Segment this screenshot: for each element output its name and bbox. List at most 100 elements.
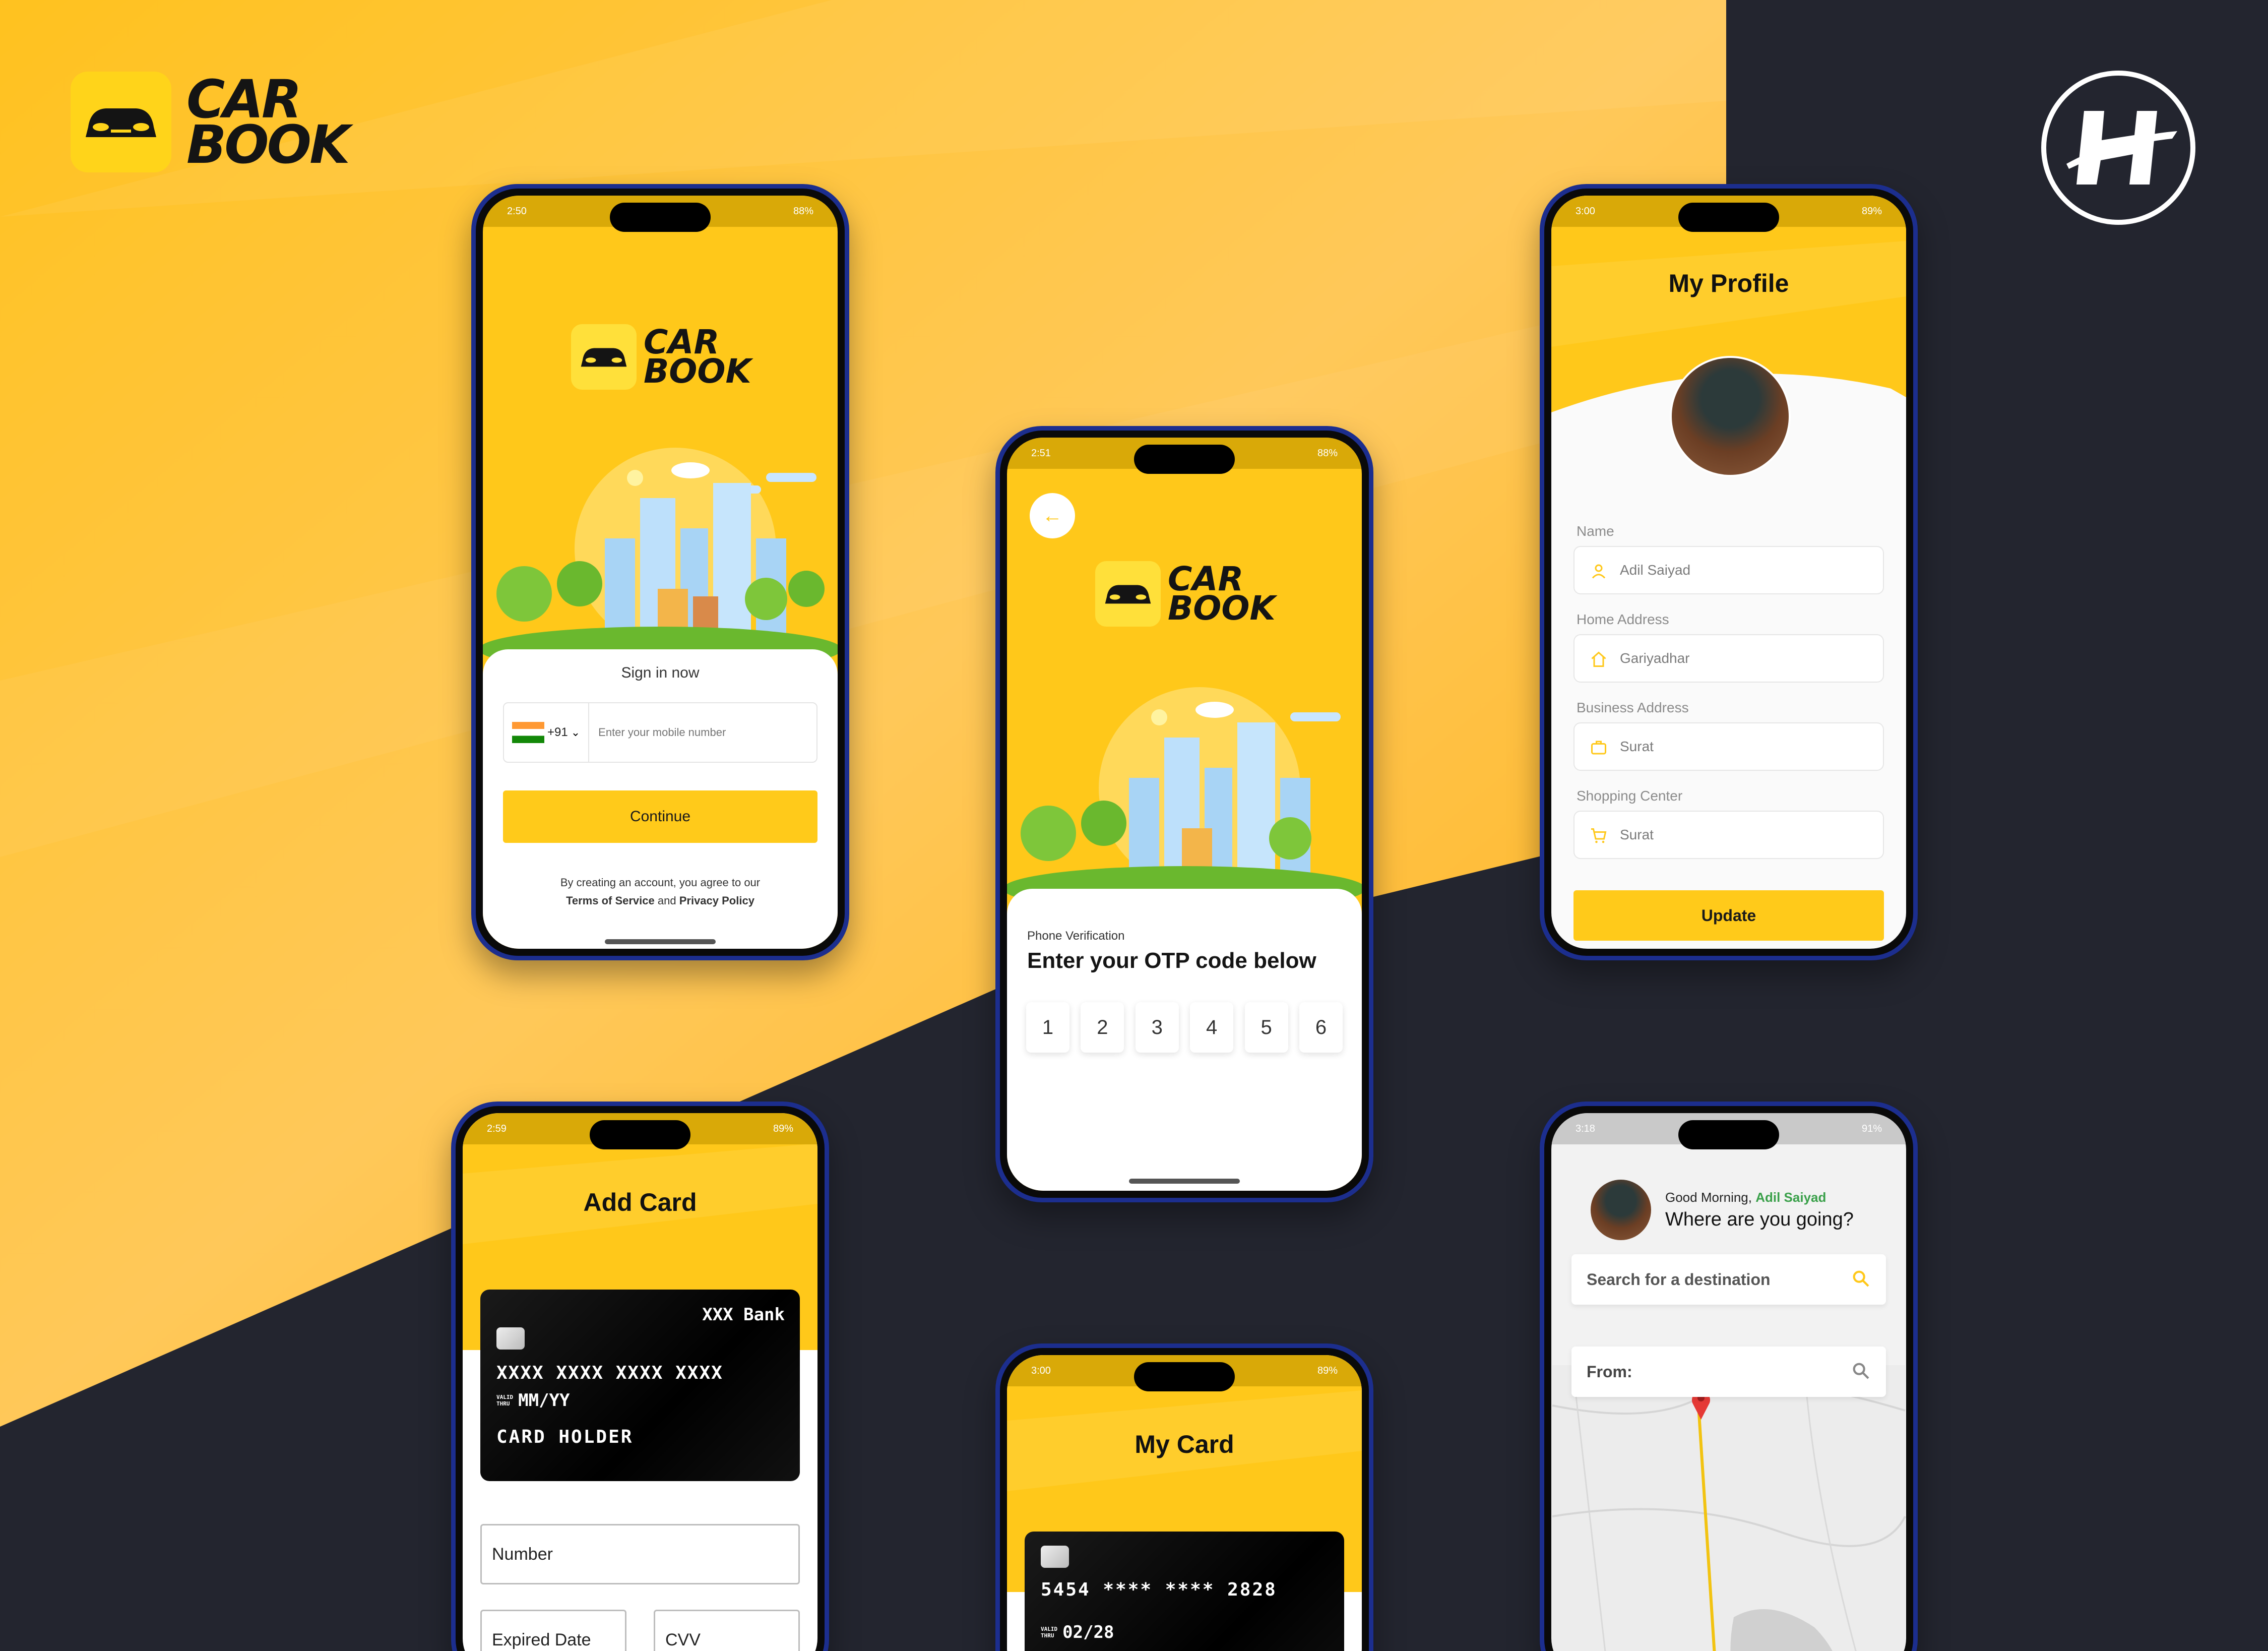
otp-digit-2[interactable]: 2 bbox=[1081, 1002, 1124, 1053]
status-time: 3:00 bbox=[1031, 1365, 1051, 1376]
camera-notch bbox=[590, 1120, 690, 1149]
greeting-text: Good Morning, bbox=[1665, 1190, 1752, 1205]
otp-panel: Phone Verification Enter your OTP code b… bbox=[1007, 889, 1362, 1191]
camera-notch bbox=[1678, 203, 1779, 232]
business-address-value: Surat bbox=[1620, 739, 1654, 754]
saved-card[interactable]: 5454 **** **** 2828 VALID THRU 02/28 bbox=[1025, 1532, 1344, 1651]
otp-digit-6[interactable]: 6 bbox=[1299, 1002, 1343, 1053]
user-name: Adil Saiyad bbox=[1755, 1190, 1826, 1205]
cart-icon bbox=[1591, 828, 1607, 843]
home-indicator bbox=[1129, 1179, 1240, 1184]
otp-digit-5[interactable]: 5 bbox=[1244, 1002, 1288, 1053]
otp-inputs: 1 2 3 4 5 6 bbox=[1026, 1002, 1343, 1053]
privacy-policy-link[interactable]: Privacy Policy bbox=[679, 894, 754, 907]
user-avatar[interactable] bbox=[1591, 1180, 1651, 1240]
card-number: XXXX XXXX XXXX XXXX bbox=[496, 1363, 723, 1383]
app-logo-line-2: BOOK bbox=[1168, 589, 1276, 628]
name-field[interactable]: Adil Saiyad bbox=[1573, 546, 1884, 594]
otp-heading: Enter your OTP code below bbox=[1027, 948, 1316, 973]
h-logo-icon bbox=[2041, 71, 2195, 225]
update-button[interactable]: Update bbox=[1573, 890, 1884, 941]
home-address-value: Gariyadhar bbox=[1620, 650, 1690, 666]
camera-notch bbox=[1134, 445, 1235, 474]
user-icon bbox=[1592, 564, 1606, 579]
valid-label: VALID bbox=[1041, 1626, 1058, 1632]
briefcase-icon bbox=[1591, 741, 1606, 755]
destination-question: Where are you going? bbox=[1665, 1209, 1854, 1230]
home-indicator bbox=[605, 939, 716, 944]
status-time: 3:18 bbox=[1576, 1123, 1595, 1134]
city-illustration bbox=[1007, 687, 1362, 899]
phone-my-card: 3:00 89% My Card 5454 **** **** 2828 VALI… bbox=[995, 1343, 1373, 1651]
chevron-down-icon: ⌄ bbox=[571, 726, 581, 739]
terms-text: By creating an account, you agree to our… bbox=[483, 874, 838, 910]
card-number-input[interactable]: Number bbox=[480, 1524, 800, 1584]
brand-logo: CAR BOOK bbox=[71, 72, 350, 172]
car-logo-icon bbox=[1095, 561, 1161, 627]
destination-search[interactable]: Search for a destination bbox=[1571, 1254, 1886, 1305]
shopping-center-value: Surat bbox=[1620, 827, 1654, 842]
field-label-business: Business Address bbox=[1577, 700, 1689, 715]
status-time: 2:51 bbox=[1031, 447, 1051, 459]
field-label-home: Home Address bbox=[1577, 612, 1669, 627]
status-battery: 89% bbox=[1861, 205, 1882, 217]
name-value: Adil Saiyad bbox=[1620, 562, 1691, 578]
back-button[interactable]: ← bbox=[1030, 493, 1075, 538]
continue-button[interactable]: Continue bbox=[503, 790, 817, 843]
terms-and: and bbox=[657, 894, 676, 907]
status-battery: 88% bbox=[1317, 447, 1338, 459]
status-battery: 88% bbox=[793, 205, 813, 217]
home-address-field[interactable]: Gariyadhar bbox=[1573, 634, 1884, 683]
phone-profile: 3:00 89% My Profile Name Adil Saiyad Home… bbox=[1540, 184, 1918, 960]
otp-digit-1[interactable]: 1 bbox=[1026, 1002, 1069, 1053]
card-expiry: 02/28 bbox=[1062, 1622, 1114, 1642]
terms-prefix: By creating an account, you agree to our bbox=[560, 876, 761, 889]
field-label-shopping: Shopping Center bbox=[1577, 788, 1683, 804]
bank-name: XXX Bank bbox=[702, 1305, 785, 1325]
phone-otp: 2:51 88% ← CAR BOOK Phone Verification E… bbox=[995, 426, 1373, 1202]
expiry-date-input[interactable]: Expired Date bbox=[480, 1610, 626, 1651]
from-search[interactable]: From: bbox=[1571, 1347, 1886, 1397]
shopping-center-field[interactable]: Surat bbox=[1573, 811, 1884, 859]
otp-subheading: Phone Verification bbox=[1027, 929, 1125, 943]
india-flag-icon bbox=[512, 722, 544, 743]
business-address-field[interactable]: Surat bbox=[1573, 722, 1884, 771]
mobile-number-input[interactable] bbox=[589, 726, 791, 739]
showcase-canvas: CAR BOOK 2:50 88% CAR BOOK Sign in now +… bbox=[0, 0, 2268, 1651]
arrow-left-icon: ← bbox=[1042, 504, 1062, 527]
app-logo: CAR BOOK bbox=[571, 324, 751, 390]
car-logo-icon bbox=[71, 72, 171, 172]
from-label: From: bbox=[1587, 1362, 1632, 1381]
app-logo-line-2: BOOK bbox=[644, 352, 751, 391]
otp-digit-4[interactable]: 4 bbox=[1190, 1002, 1234, 1053]
phone-map: 3:18 91% Good Morning, Adil Saiyad Where … bbox=[1540, 1102, 1918, 1651]
cvv-input[interactable]: CVV bbox=[654, 1610, 800, 1651]
status-time: 3:00 bbox=[1576, 205, 1595, 217]
credit-card-preview: XXX Bank XXXX XXXX XXXX XXXX VALID THRU M… bbox=[480, 1290, 800, 1481]
camera-notch bbox=[610, 203, 711, 232]
status-time: 2:59 bbox=[487, 1123, 507, 1134]
card-expiry: MM/YY bbox=[518, 1390, 570, 1411]
map-view[interactable] bbox=[1551, 1365, 1906, 1651]
otp-digit-3[interactable]: 3 bbox=[1135, 1002, 1179, 1053]
country-selector[interactable]: +91 ⌄ bbox=[504, 703, 590, 762]
city-illustration bbox=[483, 448, 838, 659]
signin-heading: Sign in now bbox=[621, 664, 700, 681]
country-code: +91 bbox=[547, 725, 568, 739]
profile-avatar[interactable] bbox=[1670, 356, 1791, 477]
thru-label: THRU bbox=[1041, 1632, 1054, 1639]
status-battery: 91% bbox=[1861, 1123, 1882, 1134]
card-chip-icon bbox=[1041, 1546, 1069, 1568]
page-title: My Card bbox=[1135, 1430, 1234, 1458]
search-icon bbox=[1851, 1268, 1871, 1291]
status-time: 2:50 bbox=[507, 205, 527, 217]
status-battery: 89% bbox=[773, 1123, 793, 1134]
camera-notch bbox=[1134, 1362, 1235, 1391]
home-icon bbox=[1591, 651, 1606, 667]
terms-of-service-link[interactable]: Terms of Service bbox=[566, 894, 655, 907]
phone-input-group: +91 ⌄ bbox=[503, 702, 817, 763]
phone-signin: 2:50 88% CAR BOOK Sign in now +91 ⌄ Ente… bbox=[471, 184, 849, 960]
field-label-name: Name bbox=[1577, 523, 1614, 539]
thru-label: THRU bbox=[496, 1400, 510, 1407]
card-holder: CARD HOLDER bbox=[496, 1427, 634, 1447]
